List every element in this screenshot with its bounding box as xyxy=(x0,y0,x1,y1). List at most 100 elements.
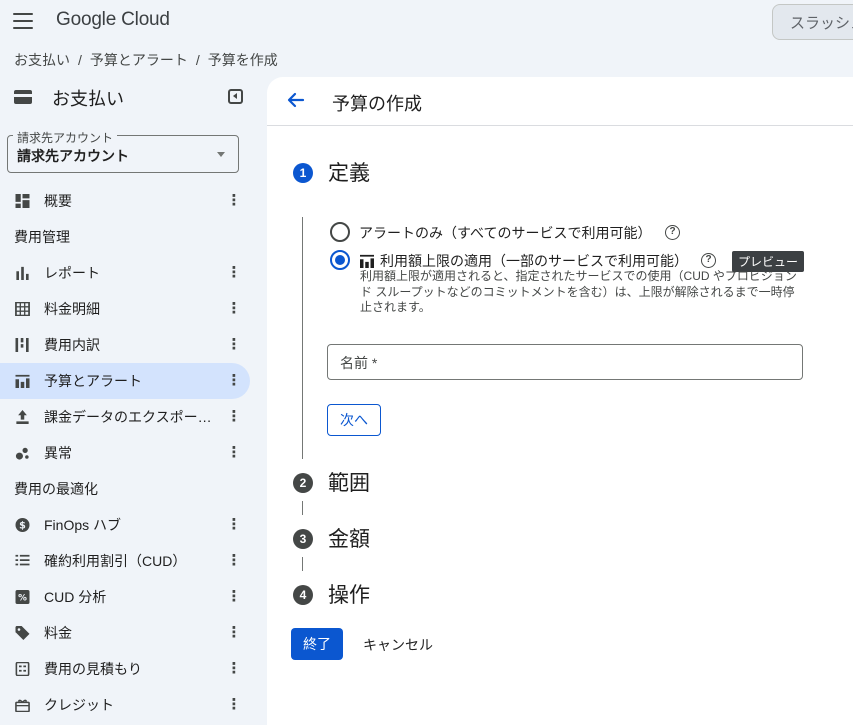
help-icon[interactable]: ? xyxy=(665,225,680,240)
sidebar-item-label: CUD 分析 xyxy=(44,589,107,605)
sidebar-item-label: クレジット xyxy=(44,697,114,713)
sidebar-title: お支払い xyxy=(52,89,124,109)
sidebar-item-label: 費用内訳 xyxy=(44,337,100,353)
billing-account-select[interactable]: 請求先アカウント 請求先アカウント xyxy=(7,129,239,173)
step-4-indicator: 4 xyxy=(293,585,313,605)
more-vert-icon[interactable]: ⋮ xyxy=(225,553,243,570)
spending-cap-description: 利用額上限が適用されると、指定されたサービスでの使用（CUD やプロビジョン ド… xyxy=(360,269,810,316)
top-bar: Google Cloud スラッシュ xyxy=(0,0,853,42)
sidebar-item-pricing[interactable]: 料金 ⋮ xyxy=(0,615,250,651)
chevron-down-icon xyxy=(217,152,225,157)
search-input[interactable]: スラッシュ xyxy=(772,4,853,40)
breadcrumb-budgets[interactable]: 予算とアラート xyxy=(90,52,188,68)
back-arrow-icon[interactable] xyxy=(287,91,305,109)
breadcrumb-separator: / xyxy=(195,52,200,68)
next-button[interactable]: 次へ xyxy=(327,404,381,436)
billing-account-label: 請求先アカウント xyxy=(13,129,118,146)
breadcrumb-billing[interactable]: お支払い xyxy=(14,52,70,68)
spending-cap-radio[interactable] xyxy=(330,250,350,270)
anomaly-icon xyxy=(15,447,29,460)
breadcrumb-separator: / xyxy=(78,52,82,68)
sidebar-item-cud[interactable]: 確約利用割引（CUD） ⋮ xyxy=(0,543,250,579)
main-menu-icon[interactable] xyxy=(13,13,33,29)
sidebar-nav: 概要 ⋮ 費用管理 レポート ⋮ 料金明細 ⋮ 費用内訳 ⋮ 予算とアラート ⋮… xyxy=(0,183,266,723)
sidebar-item-billing-export[interactable]: 課金データのエクスポー… ⋮ xyxy=(0,399,250,435)
description-line: 利用額上限が適用されると、指定されたサービスでの使用（CUD やプロビジョン xyxy=(360,269,797,283)
more-vert-icon[interactable]: ⋮ xyxy=(225,265,243,282)
sidebar-item-label: 費用の見積もり xyxy=(44,661,142,677)
page-header: 予算の作成 xyxy=(267,77,853,126)
step-1-title[interactable]: 定義 xyxy=(328,157,370,187)
dashboard-icon xyxy=(15,194,30,208)
table-icon xyxy=(15,302,30,316)
sidebar-item-cud-analysis[interactable]: % CUD 分析 ⋮ xyxy=(0,579,250,615)
more-vert-icon[interactable]: ⋮ xyxy=(225,625,243,642)
step-3-indicator: 3 xyxy=(293,529,313,549)
svg-text:$: $ xyxy=(19,521,26,532)
sidebar-item-label: レポート xyxy=(44,265,100,281)
sidebar-item-cost-estimate[interactable]: 費用の見積もり ⋮ xyxy=(0,651,250,687)
collapse-sidebar-icon[interactable] xyxy=(228,89,243,104)
more-vert-icon[interactable]: ⋮ xyxy=(225,373,243,390)
sidebar-item-label: 確約利用割引（CUD） xyxy=(44,553,187,569)
step-1-indicator: 1 xyxy=(293,163,313,183)
sidebar-item-cost-breakdown[interactable]: 費用内訳 ⋮ xyxy=(0,327,250,363)
sidebar-item-overview[interactable]: 概要 ⋮ xyxy=(0,183,250,219)
credit-card-icon xyxy=(14,90,32,104)
step-4-title[interactable]: 操作 xyxy=(328,579,370,609)
more-vert-icon[interactable]: ⋮ xyxy=(225,337,243,354)
step-2-title[interactable]: 範囲 xyxy=(328,467,370,497)
more-vert-icon[interactable]: ⋮ xyxy=(225,697,243,714)
sidebar-item-credits[interactable]: クレジット ⋮ xyxy=(0,687,250,723)
more-vert-icon[interactable]: ⋮ xyxy=(225,589,243,606)
sidebar-item-label: 概要 xyxy=(44,193,72,209)
step-connector xyxy=(302,217,303,459)
step-3-title[interactable]: 金額 xyxy=(328,523,370,553)
main-panel: 予算の作成 1 定義 アラートのみ（すべてのサービスで利用可能） ? 利用額上限… xyxy=(267,77,853,725)
more-vert-icon[interactable]: ⋮ xyxy=(225,193,243,210)
export-icon xyxy=(16,410,29,424)
percent-icon: % xyxy=(15,590,30,604)
finish-button[interactable]: 終了 xyxy=(291,628,343,660)
budget-icon xyxy=(15,374,30,388)
budget-name-input[interactable]: 名前 * xyxy=(327,344,803,380)
budget-icon xyxy=(360,254,374,268)
sidebar-item-label: FinOps ハブ xyxy=(44,517,122,533)
more-vert-icon[interactable]: ⋮ xyxy=(225,517,243,534)
more-vert-icon[interactable]: ⋮ xyxy=(225,301,243,318)
sidebar-item-label: 料金 xyxy=(44,625,72,641)
more-vert-icon[interactable]: ⋮ xyxy=(225,445,243,462)
breadcrumb-create-budget: 予算を作成 xyxy=(207,52,278,68)
help-icon[interactable]: ? xyxy=(701,253,716,268)
bar-chart-icon xyxy=(16,266,29,280)
calculator-icon xyxy=(15,662,30,676)
google-cloud-logo[interactable]: Google Cloud xyxy=(56,9,170,31)
sidebar-item-label: 予算とアラート xyxy=(44,373,142,389)
billing-account-value: 請求先アカウント xyxy=(17,148,129,164)
sidebar-item-label: 料金明細 xyxy=(44,301,100,317)
sidebar-item-price-breakdown[interactable]: 料金明細 ⋮ xyxy=(0,291,250,327)
sidebar-item-finops-hub[interactable]: $ FinOps ハブ ⋮ xyxy=(0,507,250,543)
sidebar-item-label: 課金データのエクスポー… xyxy=(44,409,212,425)
sidebar-item-anomalies[interactable]: 異常 ⋮ xyxy=(0,435,250,471)
step-connector xyxy=(302,501,303,515)
sidebar-item-label: 異常 xyxy=(44,445,72,461)
sidebar-item-budgets-alerts[interactable]: 予算とアラート ⋮ xyxy=(0,363,250,399)
sidebar-item-reports[interactable]: レポート ⋮ xyxy=(0,255,250,291)
alert-only-radio[interactable] xyxy=(330,222,350,242)
more-vert-icon[interactable]: ⋮ xyxy=(225,409,243,426)
description-line: 止されます。 xyxy=(360,300,431,314)
sidebar-header: お支払い xyxy=(0,82,266,112)
alert-only-label[interactable]: アラートのみ（すべてのサービスで利用可能） xyxy=(359,223,651,243)
page-title: 予算の作成 xyxy=(332,94,422,114)
section-cost-optimization: 費用の最適化 xyxy=(14,481,98,497)
more-vert-icon[interactable]: ⋮ xyxy=(225,661,243,678)
tag-icon xyxy=(15,626,30,640)
step-connector xyxy=(302,557,303,571)
cancel-button[interactable]: キャンセル xyxy=(363,635,433,655)
svg-text:%: % xyxy=(18,594,27,604)
description-line: ド スループットなどのコミットメントを含む）は、上限が解除されるまで一時停 xyxy=(360,284,795,299)
spending-cap-label[interactable]: 利用額上限の適用（一部のサービスで利用可能） xyxy=(380,251,688,271)
breakdown-icon xyxy=(15,338,29,352)
section-cost-management: 費用管理 xyxy=(14,229,70,245)
